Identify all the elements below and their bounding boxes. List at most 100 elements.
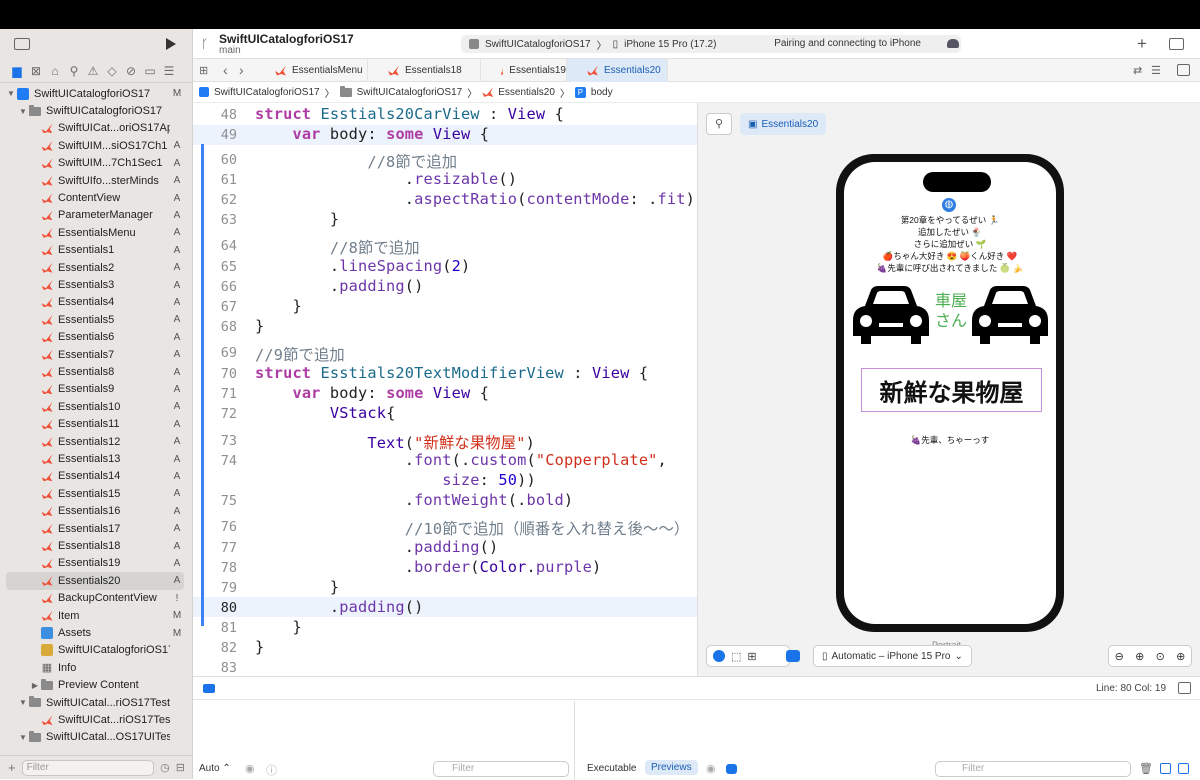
- sidebar-item[interactable]: ▦ Info: [6, 659, 184, 676]
- console-options-icon[interactable]: [726, 764, 737, 774]
- breakpoint-icon[interactable]: ▭: [143, 64, 157, 78]
- code-line[interactable]: .lineSpacing(2): [255, 257, 470, 275]
- left-panel-icon[interactable]: [1160, 763, 1171, 774]
- find-icon[interactable]: ⚲: [67, 64, 81, 78]
- device-selector[interactable]: ▯ Automatic – iPhone 15 Pro ⌄: [813, 645, 972, 667]
- panel-toggle-icon[interactable]: [1178, 682, 1191, 694]
- device-screen[interactable]: ◍ 第20章をやってるぜい 🏃 追加したぜい 🍨 さらに追加ぜい 🌱 🍎ちゃん大…: [844, 162, 1056, 624]
- sidebar-item[interactable]: Item M: [6, 607, 184, 624]
- source-control-icon[interactable]: ⊠: [29, 64, 43, 78]
- split-editor-icon[interactable]: [1177, 64, 1190, 76]
- sidebar-item[interactable]: ▼ SwiftUICatal...OS17UITests: [6, 729, 184, 746]
- sidebar-item[interactable]: Essentials19 A: [6, 555, 184, 572]
- sidebar-item[interactable]: ContentView A: [6, 189, 184, 206]
- jump-folder[interactable]: SwiftUICatalogforiOS17: [357, 87, 463, 98]
- zoom-out-icon[interactable]: ⊖: [1115, 650, 1124, 663]
- preview-tab[interactable]: ▣ Essentials20: [740, 113, 827, 135]
- sidebar-item[interactable]: BackupContentView!: [6, 590, 184, 607]
- code-editor[interactable]: 48 struct Esstials20CarView : View {49 va…: [193, 103, 697, 676]
- sidebar-item[interactable]: Essentials15 A: [6, 485, 184, 502]
- code-line[interactable]: }: [255, 638, 264, 656]
- issue-icon[interactable]: ⚠: [86, 64, 100, 78]
- sidebar-item[interactable]: Essentials7 A: [6, 346, 184, 363]
- code-line[interactable]: .padding(): [255, 598, 424, 616]
- code-line[interactable]: //8節で追加: [255, 236, 420, 258]
- sidebar-item[interactable]: SwiftUIM...siOS17Ch1 A: [6, 137, 184, 154]
- back-icon[interactable]: ‹: [223, 62, 228, 78]
- code-line[interactable]: struct Esstials20CarView : View {: [255, 105, 564, 123]
- code-line[interactable]: var body: some View {: [255, 125, 489, 143]
- console-filter-input[interactable]: Filter: [935, 761, 1131, 777]
- device-name[interactable]: iPhone 15 Pro (17.2): [624, 39, 716, 50]
- code-line[interactable]: .padding(): [255, 277, 424, 295]
- tab-essentialsmenu[interactable]: EssentialsMenu: [255, 59, 368, 82]
- sidebar-item[interactable]: ParameterManager A: [6, 207, 184, 224]
- sidebar-item[interactable]: Assets M: [6, 624, 184, 641]
- sidebar-item[interactable]: SwiftUIfo...sterMinds A: [6, 172, 184, 189]
- executable-tab[interactable]: Executable: [587, 763, 636, 774]
- sidebar-item[interactable]: Essentials5 A: [6, 311, 184, 328]
- sidebar-item[interactable]: EssentialsMenu A: [6, 224, 184, 241]
- chevron-down-icon[interactable]: ▼: [18, 733, 28, 742]
- sidebar-item[interactable]: ▼ SwiftUICatal...riOS17Tests: [6, 694, 184, 711]
- code-line[interactable]: //8節で追加: [255, 150, 457, 172]
- sidebar-item[interactable]: Essentials4 A: [6, 294, 184, 311]
- scheme-selector[interactable]: SwiftUICatalogforiOS17 〉 ▯ iPhone 15 Pro…: [461, 35, 961, 53]
- jump-file[interactable]: Essentials20: [498, 87, 555, 98]
- eye-icon[interactable]: ◉: [706, 762, 716, 775]
- code-line[interactable]: VStack{: [255, 404, 395, 422]
- code-line[interactable]: var body: some View {: [255, 384, 489, 402]
- selectable-mode-icon[interactable]: ⬚: [731, 650, 741, 663]
- code-line[interactable]: .aspectRatio(contentMode: .fit): [255, 190, 695, 208]
- previews-tab[interactable]: Previews: [645, 760, 698, 775]
- inspector-toggle-icon[interactable]: [1169, 38, 1184, 50]
- jump-symbol[interactable]: body: [591, 87, 613, 98]
- sidebar-item[interactable]: Essentials18 A: [6, 537, 184, 554]
- sidebar-item[interactable]: Essentials3 A: [6, 276, 184, 293]
- eye-icon[interactable]: ◉: [245, 762, 255, 775]
- tab-essentials19[interactable]: Essentials19: [481, 59, 567, 82]
- sidebar-item[interactable]: ▼ SwiftUICatalogforiOS17: [6, 102, 184, 119]
- zoom-actual-icon[interactable]: ⊕: [1176, 650, 1185, 663]
- code-line[interactable]: .padding(): [255, 538, 498, 556]
- grid-icon[interactable]: ⊞: [199, 64, 208, 77]
- sidebar-item[interactable]: Essentials12 A: [6, 433, 184, 450]
- variables-filter-input[interactable]: Filter: [433, 761, 569, 777]
- sidebar-item[interactable]: Essentials2 A: [6, 259, 184, 276]
- sidebar-item[interactable]: ▼ SwiftUICatalogforiOS17 M: [6, 85, 184, 102]
- sidebar-item[interactable]: Essentials14 A: [6, 468, 184, 485]
- sidebar-item[interactable]: ▶ Preview Content: [6, 677, 184, 694]
- live-mode-icon[interactable]: [713, 650, 725, 662]
- filter-options-icon[interactable]: ⊟: [176, 761, 185, 774]
- code-line[interactable]: }: [255, 210, 339, 228]
- jump-project[interactable]: SwiftUICatalogforiOS17: [214, 87, 320, 98]
- code-line[interactable]: .border(Color.purple): [255, 558, 602, 576]
- tab-essentials18[interactable]: Essentials18: [368, 59, 481, 82]
- sidebar-item[interactable]: Essentials10 A: [6, 398, 184, 415]
- sidebar-toggle-icon[interactable]: [14, 38, 30, 50]
- code-line[interactable]: size: 50)): [255, 471, 536, 489]
- sidebar-item[interactable]: Essentials11 A: [6, 416, 184, 433]
- bookmark-icon[interactable]: ⌂: [48, 64, 62, 78]
- sidebar-item[interactable]: Essentials17 A: [6, 520, 184, 537]
- code-line[interactable]: }: [255, 578, 339, 596]
- auto-selector[interactable]: Auto ⌃: [199, 763, 231, 774]
- code-line[interactable]: }: [255, 317, 264, 335]
- sidebar-item[interactable]: Essentials20 A: [6, 572, 184, 590]
- sidebar-item[interactable]: SwiftUICatalogforiOS17: [6, 642, 184, 659]
- device-settings-icon[interactable]: [786, 650, 800, 662]
- code-line[interactable]: //9節で追加: [255, 343, 345, 365]
- tab-essentials20[interactable]: Essentials20: [567, 59, 668, 82]
- sidebar-item[interactable]: Essentials13 A: [6, 450, 184, 467]
- sidebar-item[interactable]: Essentials1 A: [6, 242, 184, 259]
- chevron-right-icon[interactable]: ▶: [30, 681, 40, 690]
- chevron-down-icon[interactable]: ▼: [18, 698, 28, 707]
- pin-icon[interactable]: ⚲: [706, 113, 732, 135]
- folder-navigator-icon[interactable]: ▆: [10, 64, 24, 78]
- code-line[interactable]: struct Esstials20TextModifierView : View…: [255, 364, 648, 382]
- sidebar-item[interactable]: Essentials16 A: [6, 503, 184, 520]
- code-line[interactable]: .resizable(): [255, 170, 517, 188]
- code-line[interactable]: .font(.custom("Copperplate",: [255, 451, 667, 469]
- sidebar-item[interactable]: Essentials8 A: [6, 363, 184, 380]
- related-items-icon[interactable]: ⇄: [1133, 64, 1142, 77]
